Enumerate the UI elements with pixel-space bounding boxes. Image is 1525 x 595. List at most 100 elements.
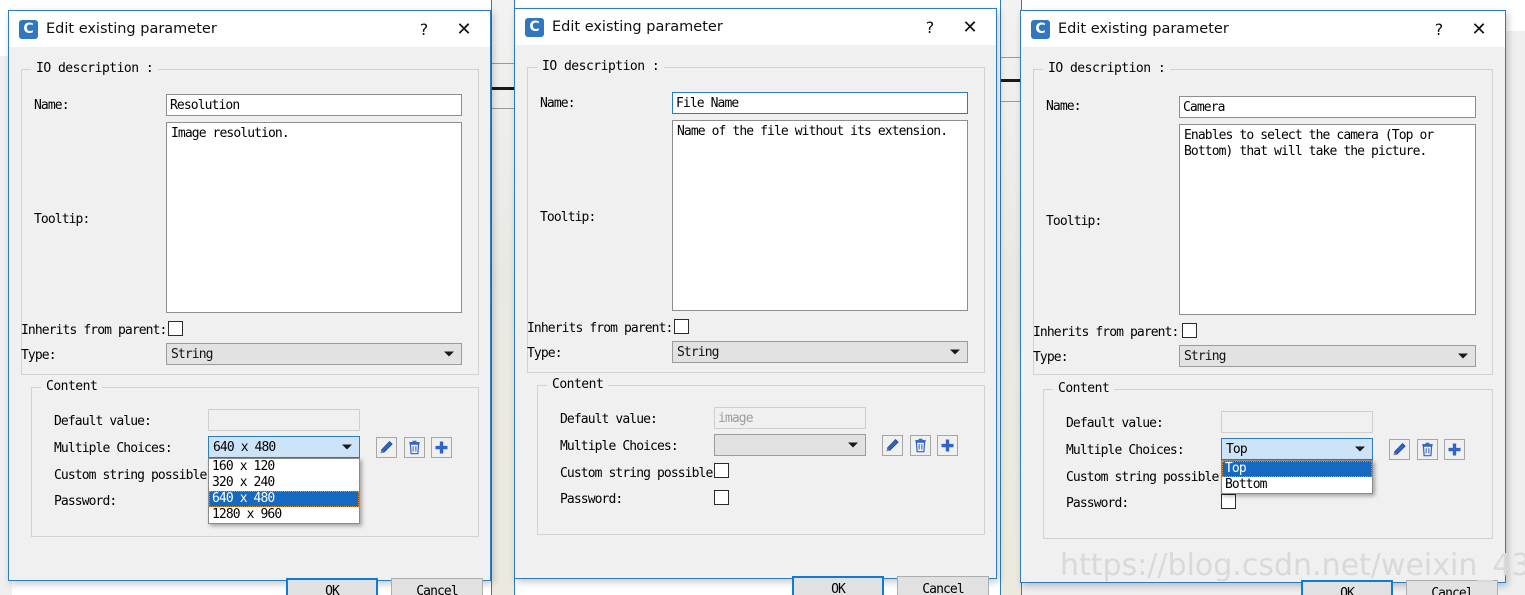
background-divider-6 [1001,101,1021,102]
type-combobox[interactable]: String [166,343,462,365]
inherits-checkbox[interactable] [674,319,689,334]
chevron-down-icon [848,442,858,448]
cancel-button[interactable]: Cancel [391,578,483,595]
background-divider-1 [492,63,514,64]
custom-string-label: Custom string possible: [560,466,720,481]
inherits-label: Inherits from parent: [21,323,167,338]
type-combobox-value: String [1184,348,1226,364]
dialog-camera[interactable]: C Edit existing parameter ? ✕ IO descrip… [1020,10,1506,595]
chevron-down-icon [1458,353,1468,359]
default-value-label: Default value: [54,414,152,429]
titlebar: C Edit existing parameter ? ✕ [9,11,490,47]
cancel-button[interactable]: Cancel [897,576,989,595]
add-choice-button[interactable] [937,435,958,456]
io-description-legend: IO description : [537,59,665,74]
chevron-down-icon [444,351,454,357]
dropdown-option[interactable]: Bottom [1222,477,1372,493]
close-icon[interactable]: ✕ [444,12,484,46]
add-choice-button[interactable] [1444,439,1465,460]
name-input[interactable]: File Name [672,92,968,114]
password-label: Password: [54,494,117,509]
io-description-legend: IO description : [1043,61,1171,76]
dropdown-option[interactable]: 160 x 120 [209,459,359,475]
inherits-checkbox[interactable] [168,321,183,336]
background-divider-4 [1001,57,1021,58]
name-label: Name: [34,98,70,113]
chevron-down-icon [1355,446,1365,452]
pencil-icon [1393,442,1406,456]
dialog-file-name[interactable]: C Edit existing parameter ? ✕ IO descrip… [514,8,997,595]
window-title: Edit existing parameter [1058,21,1229,37]
tooltip-label: Tooltip: [34,212,90,227]
io-description-legend: IO description : [31,61,159,76]
multiple-choices-combobox[interactable]: 640 x 480 [208,436,360,458]
type-combobox[interactable]: String [1179,345,1476,367]
trash-icon [1422,442,1433,457]
content-legend: Content [1053,381,1115,396]
delete-choice-button[interactable] [1417,439,1438,460]
dropdown-option[interactable]: 320 x 240 [209,475,359,491]
chevron-down-icon [342,444,352,450]
dropdown-option[interactable]: 640 x 480 [209,491,359,507]
password-checkbox[interactable] [714,490,729,505]
multiple-choices-label: Multiple Choices: [1066,443,1185,458]
background-divider-3 [492,108,514,109]
add-choice-button[interactable] [431,437,452,458]
titlebar: C Edit existing parameter ? ✕ [515,9,996,45]
inherits-label: Inherits from parent: [527,321,673,336]
default-value-input[interactable] [208,409,360,431]
dialog-resolution[interactable]: C Edit existing parameter ? ✕ IO descrip… [8,10,491,595]
trash-icon [915,438,926,453]
app-icon: C [1031,19,1050,39]
multiple-choices-value: 640 x 480 [213,439,276,455]
dropdown-option[interactable]: Top [1222,461,1372,477]
default-value-input[interactable]: image [714,407,866,429]
dropdown-option[interactable]: 1280 x 960 [209,507,359,523]
name-input[interactable]: Resolution [166,94,462,116]
background-divider-2 [492,87,514,90]
edit-choice-button[interactable] [376,437,397,458]
close-icon[interactable]: ✕ [1459,12,1499,46]
name-input[interactable]: Camera [1179,96,1476,118]
multiple-choices-value: Top [1226,441,1248,457]
tooltip-label: Tooltip: [1046,214,1102,229]
help-button[interactable]: ? [404,12,444,46]
window-title: Edit existing parameter [46,21,217,37]
inherits-checkbox[interactable] [1182,323,1197,338]
cancel-button[interactable]: Cancel [1406,580,1498,595]
window-title: Edit existing parameter [552,19,723,35]
default-value-input[interactable] [1221,411,1373,433]
multiple-choices-dropdown[interactable]: 160 x 120 320 x 240 640 x 480 1280 x 960 [208,458,360,524]
edit-choice-button[interactable] [882,435,903,456]
ok-button[interactable]: OK [1301,580,1393,595]
default-value-label: Default value: [1066,416,1164,431]
custom-string-label: Custom string possible: [1066,470,1226,485]
multiple-choices-combobox[interactable] [714,434,866,456]
type-combobox[interactable]: String [672,341,968,363]
close-icon[interactable]: ✕ [950,10,990,44]
delete-choice-button[interactable] [910,435,931,456]
background-strip-2 [1000,0,1022,595]
help-button[interactable]: ? [1419,12,1459,46]
tooltip-label: Tooltip: [540,210,596,225]
multiple-choices-combobox[interactable]: Top [1221,438,1373,460]
tooltip-textarea[interactable]: Enables to select the camera (Top or Bot… [1179,124,1476,315]
screen: C Edit existing parameter ? ✕ IO descrip… [0,0,1525,595]
ok-button[interactable]: OK [286,578,378,595]
tooltip-textarea[interactable]: Name of the file without its extension. [672,120,968,311]
multiple-choices-dropdown[interactable]: Top Bottom [1221,460,1373,494]
trash-icon [409,440,420,455]
help-button[interactable]: ? [910,10,950,44]
ok-button[interactable]: OK [792,576,884,595]
name-label: Name: [1046,99,1082,114]
content-legend: Content [547,377,609,392]
delete-choice-button[interactable] [404,437,425,458]
type-combobox-value: String [677,344,719,360]
background-divider-5 [1001,79,1021,82]
default-value-label: Default value: [560,412,658,427]
password-checkbox[interactable] [1221,494,1236,509]
tooltip-textarea[interactable]: Image resolution. [166,122,462,313]
edit-choice-button[interactable] [1389,439,1410,460]
titlebar: C Edit existing parameter ? ✕ [1021,11,1505,47]
custom-string-checkbox[interactable] [714,463,729,478]
